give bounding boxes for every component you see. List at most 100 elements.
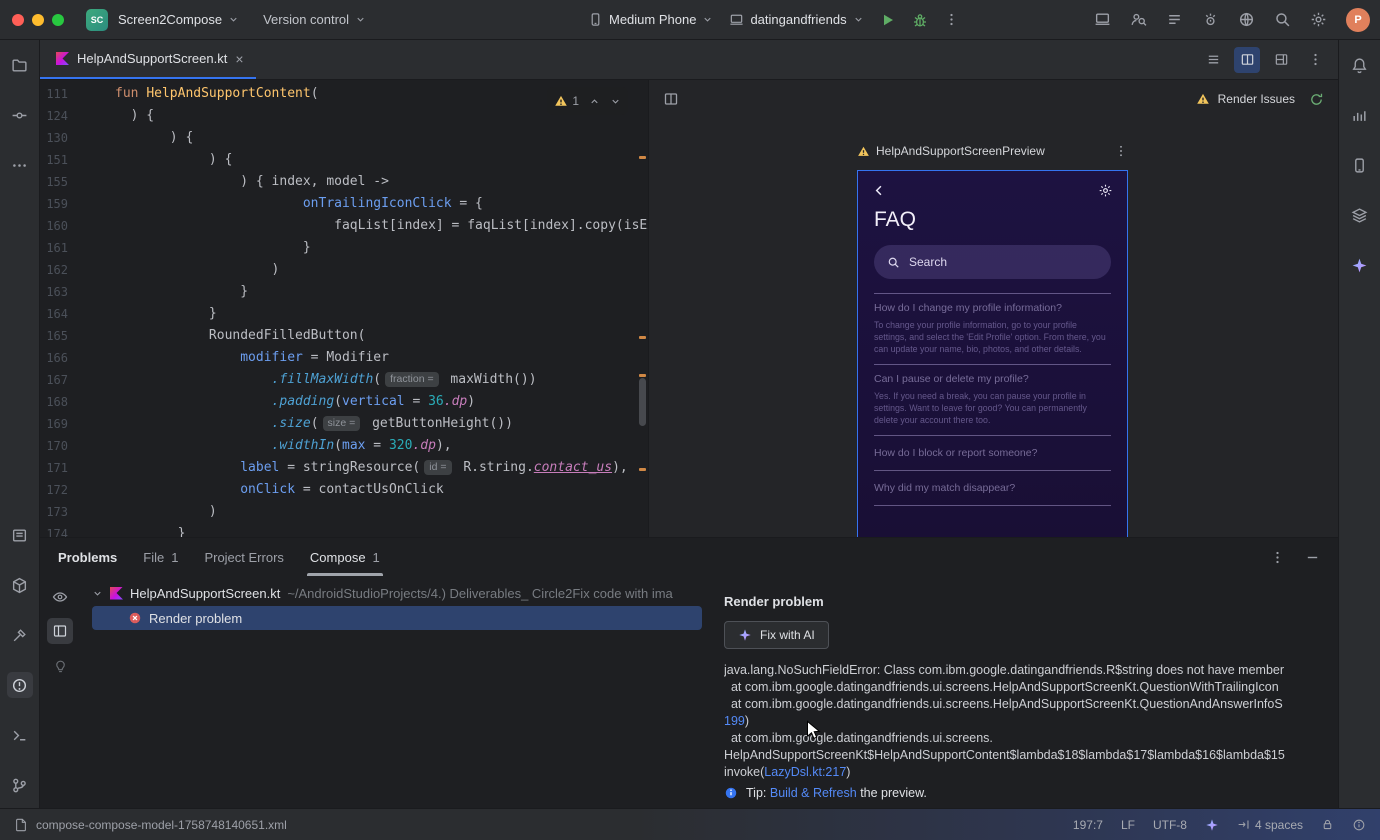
faq-search-bar[interactable]: Search	[874, 245, 1111, 279]
inspections-widget[interactable]: 1	[547, 87, 628, 115]
run-config-selector[interactable]: datingandfriends	[729, 12, 863, 27]
split-view-icon[interactable]	[663, 91, 679, 107]
warning-stripe-mark[interactable]	[639, 156, 646, 159]
line-ending[interactable]: LF	[1121, 818, 1135, 832]
close-tab-icon[interactable]: ×	[235, 52, 243, 66]
more-run-actions-button[interactable]	[944, 12, 959, 27]
code-line[interactable]: 169 .size(size = getButtonHeight())	[40, 413, 648, 435]
ai-spark-icon[interactable]	[1205, 818, 1219, 832]
split-editor-icon[interactable]	[1234, 46, 1260, 73]
back-icon[interactable]	[872, 183, 887, 198]
code-line[interactable]: 163 }	[40, 281, 648, 303]
editor-more-icon[interactable]	[1302, 47, 1328, 73]
minimize-window-button[interactable]	[32, 13, 44, 26]
panel-tab-file[interactable]: File 1	[143, 538, 178, 576]
terminal-tool-button[interactable]	[7, 722, 33, 748]
run-button[interactable]	[880, 12, 896, 28]
prev-problem-icon[interactable]	[589, 96, 600, 107]
faq-question[interactable]: Why did my match disappear?	[874, 482, 1111, 494]
close-window-button[interactable]	[12, 13, 24, 26]
debug-button[interactable]	[912, 12, 928, 28]
code-line[interactable]: 151 ) {	[40, 149, 648, 171]
build-tool-button[interactable]	[7, 622, 33, 648]
commit-tool-button[interactable]	[7, 102, 33, 128]
preview-name[interactable]: HelpAndSupportScreenPreview	[876, 144, 1045, 158]
network-sync-icon[interactable]	[1238, 11, 1255, 28]
fix-with-ai-button[interactable]: Fix with AI	[724, 621, 829, 649]
more-tool-windows-button[interactable]	[7, 152, 33, 178]
code-line[interactable]: 159 onTrailingIconClick = {	[40, 193, 648, 215]
device-mirroring-icon[interactable]	[1094, 11, 1111, 28]
preview-menu-icon[interactable]	[1114, 144, 1128, 158]
panel-tab-compose[interactable]: Compose 1	[306, 538, 383, 576]
render-issues-label[interactable]: Render Issues	[1218, 92, 1295, 106]
settings-icon[interactable]	[1310, 11, 1327, 28]
settings-gear-icon[interactable]	[1098, 183, 1113, 198]
avatar[interactable]: P	[1346, 7, 1370, 32]
stack-link[interactable]: 199	[724, 714, 745, 728]
panel-title[interactable]: Problems	[58, 550, 117, 565]
notifications-icon[interactable]	[1347, 52, 1373, 78]
code-line[interactable]: 167 .fillMaxWidth(fraction = maxWidth())	[40, 369, 648, 391]
details-view-icon[interactable]	[47, 618, 73, 644]
code-line[interactable]: 155 ) { index, model ->	[40, 171, 648, 193]
structure-tool-button[interactable]	[7, 522, 33, 548]
info-circle-icon[interactable]	[1352, 818, 1366, 832]
version-control-tool-button[interactable]	[7, 772, 33, 798]
profiler-icon[interactable]	[1202, 11, 1219, 28]
layout-inspector-tool-button[interactable]	[1347, 202, 1373, 228]
lock-icon[interactable]	[1321, 818, 1334, 831]
device-preview-frame[interactable]: FAQ Search How do I change my profile in…	[857, 170, 1128, 537]
code-line[interactable]: 170 .widthIn(max = 320.dp),	[40, 435, 648, 457]
code-with-me-icon[interactable]	[1130, 11, 1147, 28]
stack-link[interactable]: LazyDsl.kt:217	[764, 765, 846, 779]
preview-eye-icon[interactable]	[47, 584, 73, 610]
panel-tab-project-errors[interactable]: Project Errors	[204, 538, 283, 576]
caret-position[interactable]: 197:7	[1073, 818, 1103, 832]
file-encoding[interactable]: UTF-8	[1153, 818, 1187, 832]
chevron-down-icon[interactable]	[92, 588, 103, 599]
packages-tool-button[interactable]	[7, 572, 33, 598]
code-line[interactable]: 174 }	[40, 523, 648, 537]
code-line[interactable]: 166 modifier = Modifier	[40, 347, 648, 369]
code-editor[interactable]: 111 fun HelpAndSupportContent(124 ) {130 …	[40, 80, 648, 537]
panel-options-icon[interactable]	[1270, 550, 1285, 565]
code-line[interactable]: 160 faqList[index] = faqList[index].copy…	[40, 215, 648, 237]
code-line[interactable]: 173 )	[40, 501, 648, 523]
hide-panel-icon[interactable]	[1305, 550, 1320, 565]
indent-setting[interactable]: 4 spaces	[1237, 818, 1303, 832]
profiler-tool-button[interactable]	[1347, 102, 1373, 128]
warning-stripe-mark[interactable]	[639, 468, 646, 471]
code-line[interactable]: 161 }	[40, 237, 648, 259]
zoom-window-button[interactable]	[52, 13, 64, 26]
editor-tab[interactable]: HelpAndSupportScreen.kt ×	[40, 40, 256, 79]
warning-stripe-mark[interactable]	[639, 374, 646, 377]
todo-list-icon[interactable]	[1166, 11, 1183, 28]
vcs-menu[interactable]: Version control	[263, 12, 366, 27]
code-line[interactable]: 172 onClick = contactUsOnClick	[40, 479, 648, 501]
faq-question[interactable]: How do I change my profile information?	[874, 302, 1111, 314]
device-manager-tool-button[interactable]	[1347, 152, 1373, 178]
refresh-icon[interactable]	[1309, 92, 1324, 107]
code-line[interactable]: 130 ) {	[40, 127, 648, 149]
code-line[interactable]: 164 }	[40, 303, 648, 325]
project-selector[interactable]: Screen2Compose	[118, 12, 239, 27]
code-line[interactable]: 165 RoundedFilledButton(	[40, 325, 648, 347]
problems-file-row[interactable]: HelpAndSupportScreen.kt ~/AndroidStudioP…	[80, 581, 710, 605]
code-line[interactable]: 171 label = stringResource(id = R.string…	[40, 457, 648, 479]
faq-question[interactable]: How do I block or report someone?	[874, 447, 1111, 459]
device-selector[interactable]: Medium Phone	[588, 12, 713, 27]
quickfix-bulb-icon[interactable]	[47, 652, 73, 678]
problems-tool-button[interactable]	[6, 672, 33, 698]
preview-canvas[interactable]: HelpAndSupportScreenPreview FAQ Search H…	[649, 118, 1338, 537]
editor-list-icon[interactable]	[1200, 47, 1226, 73]
faq-question[interactable]: Can I pause or delete my profile?	[874, 373, 1111, 385]
statusbar-file-name[interactable]: compose-compose-model-1758748140651.xml	[36, 818, 287, 832]
warning-stripe-mark[interactable]	[639, 336, 646, 339]
layout-editor-icon[interactable]	[1268, 47, 1294, 73]
search-icon[interactable]	[1274, 11, 1291, 28]
code-line[interactable]: 162 )	[40, 259, 648, 281]
project-tool-button[interactable]	[7, 52, 33, 78]
editor-scrollbar[interactable]	[639, 378, 646, 426]
gemini-icon[interactable]	[1347, 252, 1373, 278]
